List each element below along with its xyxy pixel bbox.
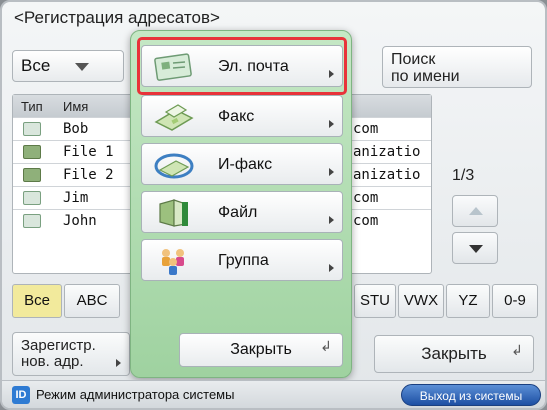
row-address: com xyxy=(353,190,379,206)
scroll-down-button[interactable] xyxy=(452,232,498,264)
search-button-line1: Поиск xyxy=(391,51,436,68)
menu-item-label: Факс xyxy=(218,108,255,125)
filter-dropdown-value: Все xyxy=(21,56,51,75)
ifax-icon xyxy=(154,153,194,179)
group-icon xyxy=(162,249,184,275)
file-icon xyxy=(23,145,41,159)
menu-item-group[interactable]: Группа xyxy=(141,239,343,281)
chevron-right-icon xyxy=(329,216,334,224)
search-button-line2: по имени xyxy=(391,68,460,85)
header-name: Имя xyxy=(63,99,89,114)
header-type: Тип xyxy=(21,99,43,114)
alpha-tab-vwx[interactable]: VWX xyxy=(398,284,444,318)
row-address: com xyxy=(353,121,379,137)
menu-close-label: Закрыть xyxy=(230,341,292,358)
chevron-down-icon xyxy=(75,63,89,71)
chevron-right-icon xyxy=(329,120,334,128)
menu-item-file[interactable]: Файл xyxy=(141,191,343,233)
mail-icon xyxy=(23,191,41,205)
file-icon xyxy=(23,168,41,182)
menu-item-label: Группа xyxy=(218,252,269,269)
chevron-right-icon xyxy=(329,168,334,176)
email-icon xyxy=(154,53,192,81)
chevron-right-icon xyxy=(329,264,334,272)
page-indicator: 1/3 xyxy=(452,167,475,184)
alpha-tab-stu[interactable]: STU xyxy=(354,284,396,318)
menu-item-email[interactable]: Эл. почта xyxy=(141,45,343,87)
status-text: Режим администратора системы xyxy=(36,387,235,402)
alpha-tab-0-9[interactable]: 0-9 xyxy=(492,284,538,318)
fax-icon xyxy=(154,104,194,131)
row-name: Bob xyxy=(63,121,89,137)
menu-item-ifax[interactable]: И-факс xyxy=(141,143,343,185)
menu-item-fax[interactable]: Факс xyxy=(141,95,343,137)
register-line2: нов. адр. xyxy=(21,353,84,370)
close-button[interactable]: Закрыть ↲ xyxy=(374,335,534,373)
scroll-up-button[interactable] xyxy=(452,195,498,227)
alpha-tab-all[interactable]: Все xyxy=(12,284,62,318)
close-button-label: Закрыть xyxy=(421,344,487,363)
enter-icon: ↲ xyxy=(320,338,332,354)
register-new-address-button[interactable]: Зарегистр. нов. адр. xyxy=(12,332,130,376)
row-name: Jim xyxy=(63,190,89,206)
register-line1: Зарегистр. xyxy=(21,337,96,354)
menu-close-button[interactable]: Закрыть ↲ xyxy=(179,333,343,367)
chevron-right-icon xyxy=(116,359,121,367)
alpha-tab-abc[interactable]: ABC xyxy=(64,284,120,318)
row-name: File 2 xyxy=(63,167,114,183)
logout-button[interactable]: Выход из системы xyxy=(401,384,541,406)
search-by-name-button[interactable]: Поиск по имени xyxy=(382,46,532,88)
file-icon xyxy=(159,199,188,227)
menu-item-label: И-факс xyxy=(218,156,273,173)
alpha-tab-yz[interactable]: YZ xyxy=(446,284,490,318)
row-address: anizatio xyxy=(353,167,421,183)
address-type-menu: Эл. почта Факс И-факс Файл Группа Закрыт… xyxy=(130,30,352,378)
enter-icon: ↲ xyxy=(511,342,523,358)
status-bar: ID Режим администратора системы Выход из… xyxy=(2,380,545,408)
filter-dropdown[interactable]: Все xyxy=(12,50,124,82)
menu-item-label: Файл xyxy=(218,204,258,221)
row-address: com xyxy=(353,213,379,229)
mail-icon xyxy=(23,214,41,228)
window-title: <Регистрация адресатов> xyxy=(14,8,220,27)
menu-item-label: Эл. почта xyxy=(218,58,289,75)
row-name: File 1 xyxy=(63,144,114,160)
chevron-right-icon xyxy=(329,70,334,78)
row-name: John xyxy=(63,213,97,229)
mail-icon xyxy=(23,122,41,136)
id-icon: ID xyxy=(12,386,30,404)
row-address: anizatio xyxy=(353,144,421,160)
screen: <Регистрация адресатов> Все Поиск по име… xyxy=(0,0,547,410)
